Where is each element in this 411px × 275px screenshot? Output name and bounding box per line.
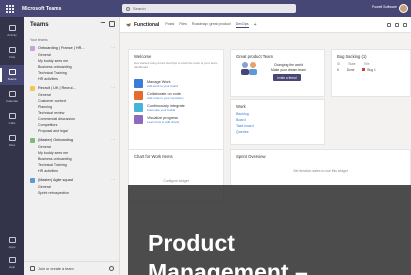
calendar-icon	[8, 91, 16, 97]
team-item[interactable]: Recruit | UK | Recrui... ···	[24, 84, 119, 92]
search-placeholder: Search	[133, 6, 146, 11]
banner-title: Product Management –	[148, 230, 308, 275]
add-tab-icon[interactable]: +	[254, 22, 257, 28]
more-icon[interactable]: ···	[111, 178, 115, 182]
phone-icon	[8, 113, 16, 119]
more-icon[interactable]: ···	[111, 86, 115, 90]
chat-icon	[8, 47, 16, 53]
rail-files[interactable]: Files	[0, 131, 24, 151]
channel-item[interactable]: HR activities	[24, 76, 119, 82]
tab-devops[interactable]: DevOps	[235, 22, 249, 28]
file-icon	[8, 135, 16, 141]
apps-icon	[8, 237, 16, 243]
work-widget: Work Backlog Board Task board Queries	[230, 99, 325, 145]
more-icon[interactable]	[403, 23, 407, 27]
channel-item[interactable]: HR activities	[24, 168, 119, 174]
rail-help[interactable]: Help	[0, 253, 24, 273]
team-icon	[30, 85, 35, 91]
title-bar: Microsoft Teams Search Powell Software	[0, 0, 411, 17]
tab-files[interactable]: Files	[179, 22, 187, 28]
widget-title: Bug tracking (1)	[337, 54, 367, 59]
rail-apps[interactable]: Apps	[0, 233, 24, 253]
filter-icon[interactable]	[100, 22, 105, 27]
search-box[interactable]: Search	[122, 4, 296, 13]
widget-placeholder[interactable]: Set iteration dates to use this widget	[231, 161, 410, 173]
board-icon	[134, 79, 143, 88]
team-widget: Great product Team Changing the world Ma…	[230, 49, 325, 97]
sprint-widget: Sprint Overview Set iteration dates to u…	[230, 149, 411, 189]
bug-widget: Bug tracking (1) ID State Title 6 Done B…	[331, 49, 411, 97]
welcome-item[interactable]: Collaborate on code Add code to your repo…	[134, 91, 218, 100]
section-label: Your teams	[30, 38, 48, 42]
app-rail: Activity Chat Teams Calendar Calls Files…	[0, 17, 24, 275]
rail-activity[interactable]: Activity	[0, 21, 24, 41]
refresh-icon[interactable]	[395, 23, 399, 27]
team-item[interactable]: (Master) Agile squad ···	[24, 176, 119, 184]
header-actions	[387, 23, 407, 27]
rail-teams[interactable]: Teams	[0, 65, 24, 85]
avatar[interactable]	[399, 4, 408, 13]
team-item[interactable]: (Master) Onboarding ···	[24, 136, 119, 144]
channel-item[interactable]: Proposal and legal	[24, 128, 119, 134]
welcome-item[interactable]: Manage Work Add work to your board	[134, 79, 218, 88]
gear-icon[interactable]	[109, 266, 114, 271]
rail-calendar[interactable]: Calendar	[0, 87, 24, 107]
channel-tabs: Posts Files Roadmap: great product DevOp…	[165, 22, 257, 28]
app-launcher-icon[interactable]	[6, 4, 14, 13]
search-icon	[126, 6, 130, 11]
invite-button[interactable]: Invite a friend	[273, 74, 301, 81]
user-name: Powell Software	[371, 5, 397, 9]
rail-chat[interactable]: Chat	[0, 43, 24, 63]
team-icon	[30, 177, 35, 183]
panel-header: Teams	[24, 17, 119, 33]
chart-icon	[134, 115, 143, 124]
channel-name: Functional	[133, 21, 160, 28]
join-icon	[30, 266, 35, 271]
widget-title: Welcome	[134, 54, 152, 59]
app-title: Microsoft Teams	[22, 5, 62, 12]
widget-placeholder[interactable]: Configure widget	[129, 161, 223, 183]
tab-roadmap[interactable]: Roadmap: great product	[192, 22, 231, 28]
bug-icon	[362, 68, 366, 71]
panel-title: Teams	[30, 22, 49, 28]
welcome-subtitle: Get started using Azure DevOps to track …	[134, 61, 218, 69]
more-icon[interactable]: ···	[111, 138, 115, 142]
build-icon	[134, 103, 143, 112]
welcome-item[interactable]: Continuously integrate Automate your buil…	[134, 103, 218, 112]
team-illustration-icon	[241, 62, 257, 75]
widget-title: Sprint Overview	[236, 154, 266, 159]
channel-emoji: 🦋	[126, 22, 131, 27]
welcome-item[interactable]: Visualize progress Learn how to add chart…	[134, 115, 218, 124]
team-icon	[30, 137, 35, 143]
teams-panel: Teams Your teams Onboarding | France | H…	[24, 17, 120, 275]
channel-header: 🦋 Functional Posts Files Roadmap: great …	[120, 17, 411, 33]
tab-posts[interactable]: Posts	[165, 22, 174, 28]
rail-calls[interactable]: Calls	[0, 109, 24, 129]
code-icon	[134, 91, 143, 100]
widget-title: Chart for Work Items	[134, 154, 173, 159]
team-message: Changing the world Make your dream team	[271, 63, 306, 72]
team-item[interactable]: Onboarding | France | HR... ···	[24, 44, 119, 52]
more-icon[interactable]: ···	[111, 46, 115, 50]
bell-icon	[8, 25, 16, 31]
teams-icon	[8, 69, 16, 75]
join-team-button[interactable]: Join or create a team	[24, 261, 120, 275]
title-banner: Product Management –	[128, 185, 411, 275]
bug-row[interactable]: 6 Done Bug 1	[332, 67, 410, 73]
team-icon	[30, 45, 35, 51]
widget-title: Work	[236, 104, 246, 109]
channel-item[interactable]: Sprint retrospective	[24, 190, 119, 196]
new-team-icon[interactable]	[109, 21, 115, 27]
expand-icon[interactable]	[387, 23, 391, 27]
work-link[interactable]: Queries	[231, 129, 324, 135]
help-icon	[8, 257, 16, 263]
